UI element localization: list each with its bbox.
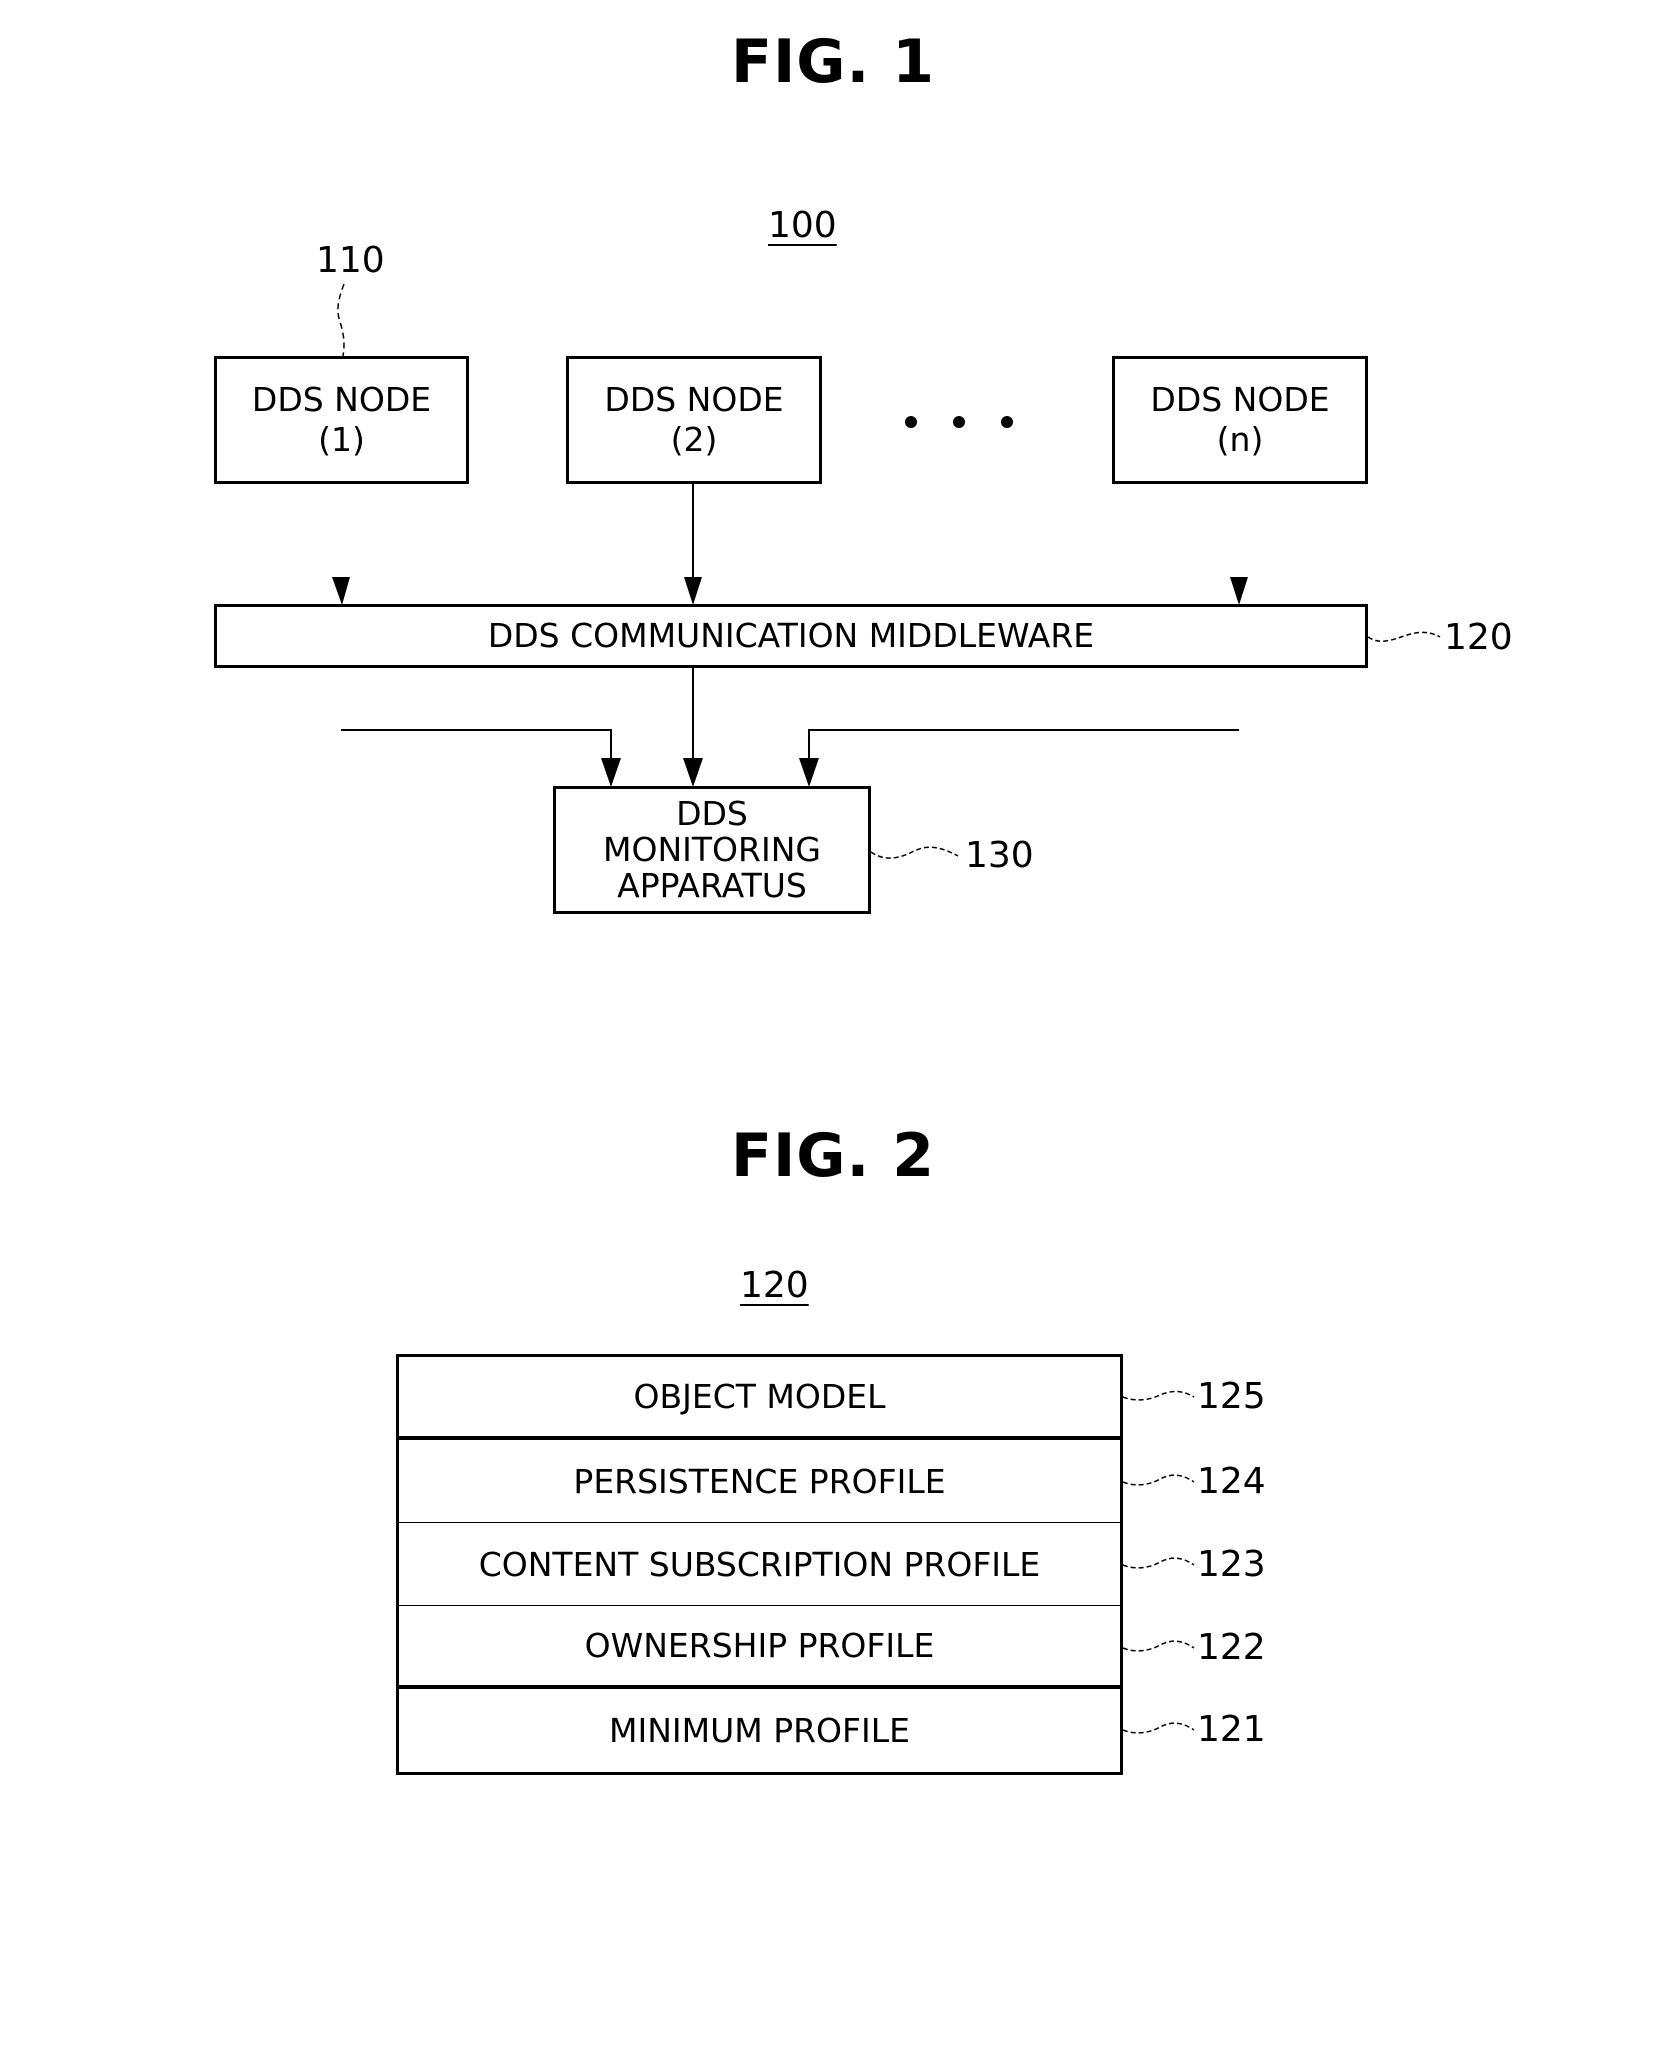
left-bypass-connector — [341, 729, 612, 760]
layer-label: OWNERSHIP PROFILE — [584, 1626, 935, 1665]
layer-reference-number: 122 — [1197, 1627, 1266, 1668]
right-bypass-connector — [808, 729, 1239, 760]
layer-label: OBJECT MODEL — [633, 1377, 886, 1416]
layer-reference-number: 121 — [1197, 1709, 1266, 1750]
layer-leader-line — [1122, 1557, 1195, 1569]
layer-leader-line — [1122, 1474, 1195, 1486]
layer-reference-number: 124 — [1197, 1461, 1266, 1502]
arrow-node2-to-middleware — [684, 577, 702, 605]
middleware-leader-line — [1367, 631, 1441, 643]
arrow-node1-to-middleware — [332, 577, 350, 605]
arrow-middleware-to-monitor — [683, 758, 703, 787]
node-leader-line — [337, 283, 345, 357]
layer-object-model: OBJECT MODEL — [399, 1357, 1120, 1440]
arrow-left-to-monitor — [601, 758, 621, 787]
layer-content-subscription-profile: CONTENT SUBSCRIPTION PROFILE — [399, 1523, 1120, 1606]
layer-leader-line — [1122, 1390, 1195, 1401]
monitor-leader-line — [870, 846, 959, 859]
middleware-layer-stack: OBJECT MODEL PERSISTENCE PROFILE CONTENT… — [396, 1354, 1123, 1775]
layer-leader-line — [1122, 1722, 1195, 1734]
ellipsis-dot — [905, 416, 917, 428]
layer-persistence-profile: PERSISTENCE PROFILE — [399, 1440, 1120, 1523]
layer-ownership-profile: OWNERSHIP PROFILE — [399, 1606, 1120, 1689]
layer-reference-number: 125 — [1197, 1376, 1266, 1417]
layer-leader-line — [1122, 1640, 1195, 1652]
layer-label: CONTENT SUBSCRIPTION PROFILE — [478, 1544, 1041, 1584]
stack-reference-number: 120 — [740, 1265, 809, 1306]
ellipsis-dot — [953, 416, 965, 428]
layer-reference-number: 123 — [1197, 1544, 1266, 1585]
arrow-right-to-monitor — [799, 758, 819, 787]
figure-2-title: FIG. 2 — [731, 1121, 935, 1191]
layer-label: MINIMUM PROFILE — [609, 1711, 910, 1750]
layer-label: PERSISTENCE PROFILE — [573, 1461, 946, 1501]
arrow-noden-to-middleware — [1230, 577, 1248, 605]
ellipsis-dot — [1001, 416, 1013, 428]
layer-minimum-profile: MINIMUM PROFILE — [399, 1689, 1120, 1772]
